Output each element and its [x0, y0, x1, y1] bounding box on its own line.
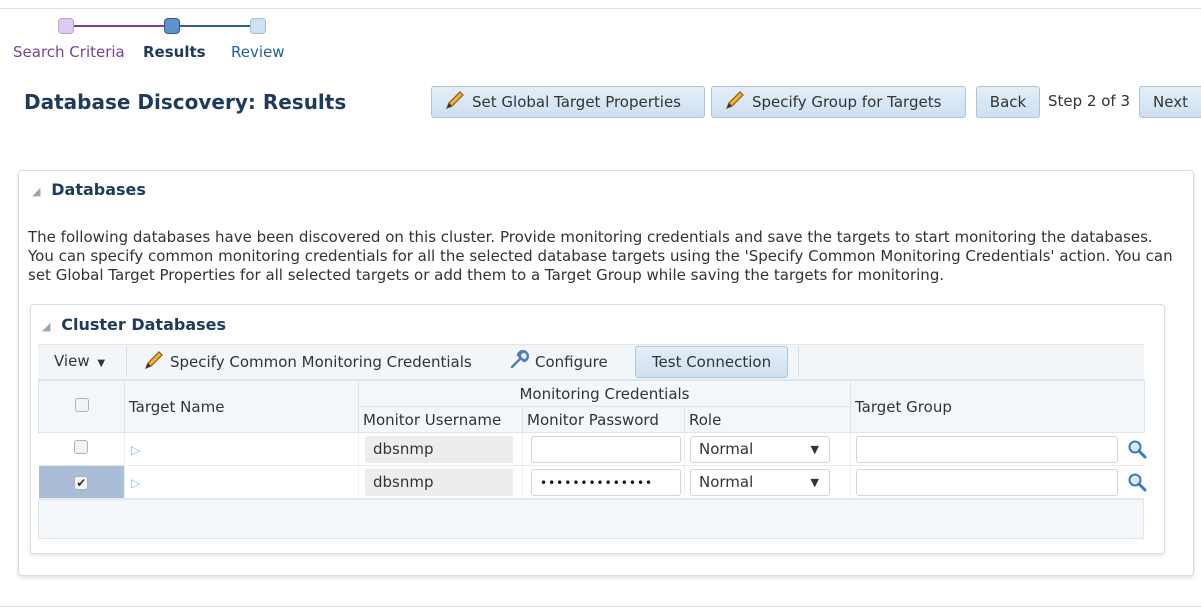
cluster-databases-title: Cluster Databases — [61, 315, 227, 334]
monitor-username-field: dbsnmp — [365, 435, 513, 463]
target-group-cell — [850, 465, 1146, 499]
disclosure-triangle-icon[interactable]: ▷ — [131, 476, 140, 490]
top-divider — [0, 8, 1201, 9]
configure-label: Configure — [535, 353, 608, 371]
role-select[interactable]: Normal ▼ — [690, 468, 830, 496]
row-checkbox[interactable]: ✔ — [74, 476, 89, 490]
role-cell: Normal ▼ — [684, 432, 851, 466]
train-step-results: Results — [143, 43, 206, 61]
pencil-icon — [724, 89, 746, 115]
next-button[interactable]: Next — [1139, 86, 1201, 118]
specify-group-for-targets-label: Specify Group for Targets — [752, 93, 942, 111]
train-step-review[interactable]: Review — [231, 43, 285, 61]
role-select-value: Normal — [699, 473, 754, 491]
cluster-databases-table: Target Name Monitoring Credentials Targe… — [38, 380, 1146, 499]
test-connection-button[interactable]: Test Connection — [635, 346, 788, 378]
column-header-monitor-username[interactable]: Monitor Username — [358, 406, 523, 433]
table-empty-area — [38, 499, 1144, 539]
view-menu-label: View — [54, 352, 90, 370]
next-label: Next — [1153, 93, 1188, 111]
caret-down-icon: ▼ — [810, 475, 819, 489]
target-group-input[interactable] — [856, 468, 1118, 496]
databases-title: Databases — [51, 180, 146, 199]
target-name-cell: ▷ — [124, 432, 359, 466]
caret-down-icon: ▼ — [97, 358, 106, 369]
select-all-checkbox[interactable] — [74, 397, 89, 412]
databases-header[interactable]: ◢ Databases — [32, 180, 146, 199]
specify-common-monitoring-credentials-label: Specify Common Monitoring Credentials — [170, 353, 472, 371]
row-select-cell — [38, 432, 125, 466]
role-select-value: Normal — [699, 440, 754, 458]
column-group-monitoring-credentials: Monitoring Credentials — [358, 380, 851, 407]
monitor-username-cell: dbsnmp — [358, 465, 523, 499]
specify-group-for-targets-button[interactable]: Specify Group for Targets — [711, 86, 966, 118]
column-header-monitor-password[interactable]: Monitor Password — [522, 406, 685, 433]
monitor-username-field: dbsnmp — [365, 468, 513, 496]
table-row[interactable]: ✔ ▷ dbsnmp •••••••••••••• Normal ▼ — [38, 465, 1146, 499]
train-step-search-criteria[interactable]: Search Criteria — [13, 43, 125, 61]
specify-common-monitoring-credentials-button[interactable]: Specify Common Monitoring Credentials — [143, 349, 472, 375]
step-indicator: Step 2 of 3 — [1048, 92, 1131, 110]
train-step-results-marker — [164, 18, 180, 34]
databases-description: The following databases have been discov… — [28, 228, 1173, 284]
column-header-target-name[interactable]: Target Name — [124, 380, 359, 433]
wrench-icon — [508, 349, 532, 375]
role-cell: Normal ▼ — [684, 465, 851, 499]
collapse-triangle-icon: ◢ — [42, 320, 51, 333]
set-global-target-properties-label: Set Global Target Properties — [472, 93, 681, 111]
toolbar-separator — [798, 347, 799, 377]
back-label: Back — [989, 93, 1027, 111]
monitor-password-input[interactable]: •••••••••••••• — [531, 468, 681, 496]
target-group-cell — [850, 432, 1146, 466]
caret-down-icon: ▼ — [810, 442, 819, 456]
pencil-icon — [143, 349, 165, 375]
select-all-header — [38, 380, 125, 433]
set-global-target-properties-button[interactable]: Set Global Target Properties — [431, 86, 705, 118]
view-menu[interactable]: View ▼ — [54, 352, 105, 370]
target-name-cell: ▷ — [124, 465, 359, 499]
monitor-password-input[interactable] — [531, 435, 681, 463]
collapse-triangle-icon: ◢ — [32, 185, 41, 198]
target-group-input[interactable] — [856, 435, 1118, 463]
configure-button[interactable]: Configure — [508, 349, 608, 375]
test-connection-label: Test Connection — [651, 353, 772, 371]
search-icon[interactable] — [1127, 439, 1146, 459]
row-checkbox[interactable] — [74, 440, 89, 454]
cluster-databases-header[interactable]: ◢ Cluster Databases — [42, 315, 226, 334]
toolbar-separator — [126, 347, 127, 377]
back-button[interactable]: Back — [976, 86, 1040, 118]
monitor-password-cell: •••••••••••••• — [522, 465, 685, 499]
train-connector-2 — [180, 25, 250, 27]
row-select-cell: ✔ — [38, 465, 125, 499]
page-title: Database Discovery: Results — [24, 90, 347, 114]
column-header-target-group[interactable]: Target Group — [850, 380, 1145, 433]
role-select[interactable]: Normal ▼ — [690, 435, 830, 463]
table-row[interactable]: ▷ dbsnmp Normal ▼ — [38, 432, 1146, 466]
monitor-username-cell: dbsnmp — [358, 432, 523, 466]
train-step-search-criteria-marker[interactable] — [58, 18, 74, 34]
train-connector-1 — [74, 25, 164, 27]
column-header-role[interactable]: Role — [684, 406, 851, 433]
bottom-divider — [0, 606, 1201, 607]
train-step-review-marker[interactable] — [250, 18, 266, 34]
pencil-icon — [444, 89, 466, 115]
monitor-password-cell — [522, 432, 685, 466]
search-icon[interactable] — [1127, 472, 1146, 492]
disclosure-triangle-icon[interactable]: ▷ — [131, 443, 140, 457]
